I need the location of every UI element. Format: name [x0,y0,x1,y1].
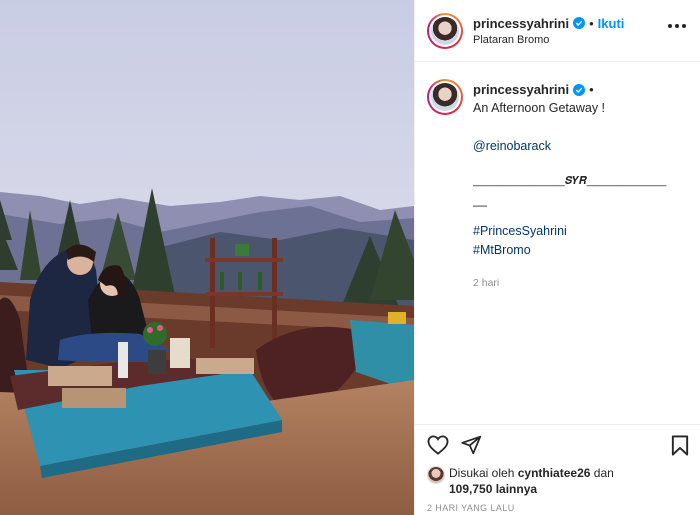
separator-dot: • [589,15,594,31]
caption-avatar[interactable] [427,79,463,115]
caption-title: An Afternoon Getaway ! [473,101,606,115]
post-details-panel: princessyahrini • Ikuti Plataran Bromo p… [414,0,700,515]
profile-avatar[interactable] [427,12,463,49]
post-actions: Disukai oleh cynthiatee26 dan 109,750 la… [415,424,700,515]
likes-count[interactable]: 109,750 lainnya [449,482,537,496]
caption-time: 2 hari [473,277,500,289]
mention-link[interactable]: @reinobarack [473,137,683,156]
liker-username[interactable]: cynthiatee26 [518,466,591,480]
likes-prefix: Disukai oleh [449,466,515,480]
liker-avatar[interactable] [427,466,445,484]
heart-icon[interactable] [427,435,449,455]
post-photo[interactable] [0,0,414,515]
post-header: princessyahrini • Ikuti Plataran Bromo [415,0,700,62]
bookmark-icon[interactable] [671,435,689,456]
follow-button[interactable]: Ikuti [598,16,625,31]
share-icon[interactable] [461,435,482,455]
more-options-icon[interactable] [668,24,686,28]
verified-badge-icon [573,83,586,96]
avatar-image [431,83,459,111]
separator-dot: • [589,82,594,97]
likes-summary: Disukai oleh cynthiatee26 dan 109,750 la… [415,465,700,497]
caption-section: princessyahrini • An Afternoon Getaway !… [415,62,700,424]
caption-separator-tail: __ [473,193,487,207]
caption-username[interactable]: princessyahrini [473,80,569,99]
post-username[interactable]: princessyahrini [473,16,569,31]
verified-badge-icon [573,17,586,29]
caption-separator: _______________𝑺𝒀𝑹_____________ [473,175,667,187]
post-date: 2 HARI YANG LALU [427,503,515,513]
hashtag-link[interactable]: #MtBromo [473,241,683,260]
location-link[interactable]: Plataran Bromo [473,34,624,46]
mountain-picnic-image [0,0,414,515]
hashtag-link[interactable]: #PrincesSyahrini [473,222,683,241]
likes-and: dan [593,466,614,480]
avatar-image [431,16,459,45]
